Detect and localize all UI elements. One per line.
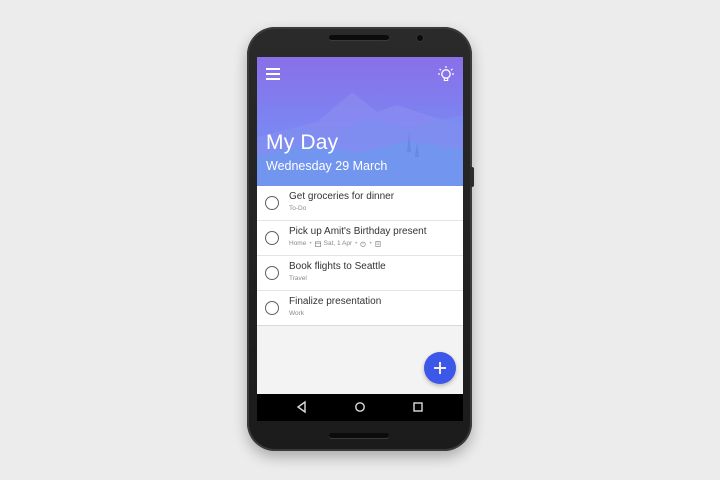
task-list: Get groceries for dinner To-Do Pick up A…	[257, 186, 463, 326]
task-title: Get groceries for dinner	[289, 191, 395, 202]
back-triangle-icon[interactable]	[295, 400, 309, 414]
task-meta: Travel	[289, 275, 307, 282]
task-item[interactable]: Pick up Amit's Birthday present Home • S…	[257, 221, 463, 256]
android-nav-bar	[257, 394, 463, 421]
task-title: Pick up Amit's Birthday present	[289, 226, 427, 237]
meta-separator: •	[369, 240, 372, 247]
page-date: Wednesday 29 March	[266, 159, 388, 173]
task-item[interactable]: Book flights to Seattle Travel	[257, 256, 463, 291]
recents-square-icon[interactable]	[411, 400, 425, 414]
meta-separator: •	[309, 240, 312, 247]
complete-checkbox[interactable]	[265, 266, 279, 280]
complete-checkbox[interactable]	[265, 231, 279, 245]
earpiece-speaker	[329, 35, 389, 40]
hamburger-menu-icon[interactable]	[266, 68, 280, 80]
task-title: Book flights to Seattle	[289, 261, 386, 272]
power-button	[470, 167, 474, 187]
complete-checkbox[interactable]	[265, 301, 279, 315]
calendar-icon	[314, 240, 321, 247]
task-list-name: To-Do	[289, 205, 307, 212]
note-icon	[375, 240, 381, 247]
task-list-name: Work	[289, 310, 305, 317]
add-task-button[interactable]	[424, 352, 456, 384]
task-list-name: Travel	[289, 275, 307, 282]
phone-frame: My Day Wednesday 29 March Get groceries …	[247, 27, 474, 451]
reminder-alarm-icon	[360, 241, 367, 247]
task-item[interactable]: Finalize presentation Work	[257, 291, 463, 326]
task-list-name: Home	[289, 240, 307, 247]
plus-icon	[434, 362, 446, 374]
home-circle-icon[interactable]	[353, 400, 367, 414]
task-meta: Work	[289, 310, 304, 317]
lightbulb-icon[interactable]	[437, 65, 455, 83]
task-due-date: Sat, 1 Apr	[323, 240, 353, 247]
task-item[interactable]: Get groceries for dinner To-Do	[257, 186, 463, 221]
app-screen: My Day Wednesday 29 March Get groceries …	[257, 57, 463, 421]
front-camera	[417, 35, 423, 41]
meta-separator: •	[355, 240, 358, 247]
task-meta: Home • Sat, 1 Apr • •	[289, 240, 381, 247]
bottom-speaker	[329, 433, 389, 438]
my-day-header: My Day Wednesday 29 March	[257, 57, 463, 186]
page-title: My Day	[266, 131, 339, 154]
complete-checkbox[interactable]	[265, 196, 279, 210]
task-title: Finalize presentation	[289, 296, 382, 307]
task-meta: To-Do	[289, 205, 306, 212]
